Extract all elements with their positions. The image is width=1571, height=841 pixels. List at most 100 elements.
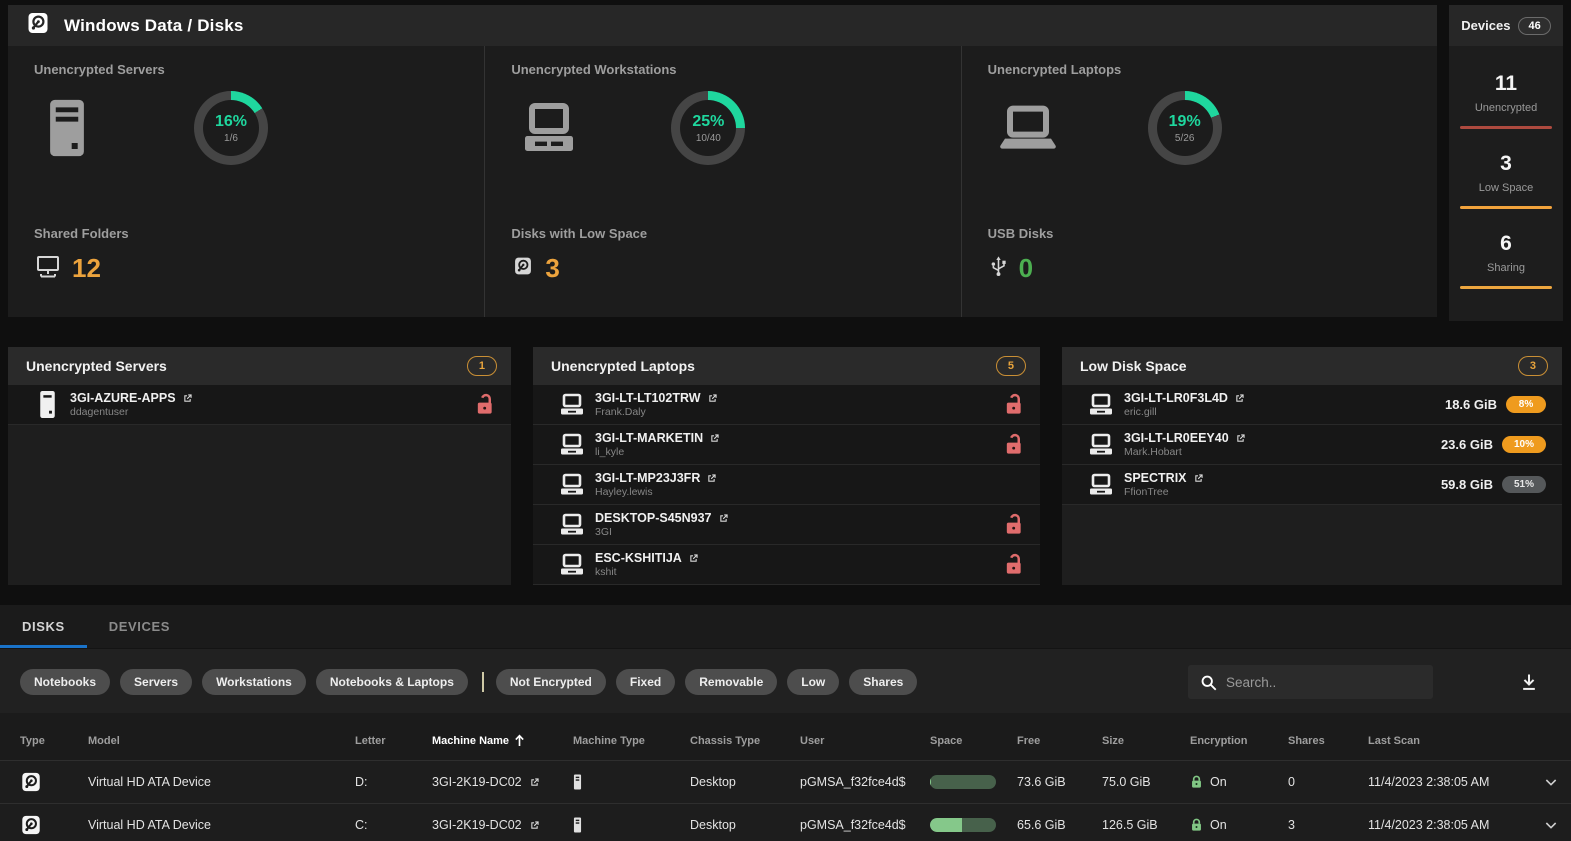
external-link-icon xyxy=(690,553,698,562)
low-space-list-item[interactable]: 3GI-LT-LR0F3L4D eric.gill 18.6 GiB 8% xyxy=(1062,385,1562,425)
tab-disks[interactable]: DISKS xyxy=(0,605,87,648)
disk-table-row[interactable]: Virtual HD ATA Device D: 3GI-2K19-DC02 D… xyxy=(0,760,1571,803)
filter-chip-not-encrypted[interactable]: Not Encrypted xyxy=(495,669,606,695)
free-percent-badge: 8% xyxy=(1506,396,1546,413)
machine-name-link[interactable]: 3GI-LT-MARKETIN xyxy=(595,431,720,445)
devices-stat-low-space[interactable]: 3 Low Space xyxy=(1449,152,1563,209)
usb-disks-count: 0 xyxy=(1018,253,1034,283)
cell-encryption: On xyxy=(1210,775,1227,789)
donut-unencrypted-servers: 16% 1/6 xyxy=(194,91,268,165)
search-box[interactable] xyxy=(1188,665,1433,699)
filter-chip-servers[interactable]: Servers xyxy=(120,669,193,695)
col-header-size[interactable]: Size xyxy=(1082,735,1170,747)
machine-name-link[interactable]: 3GI-AZURE-APPS xyxy=(70,391,193,405)
external-link-icon xyxy=(1236,393,1244,402)
donut-unencrypted-workstations: 25% 10/40 xyxy=(671,91,746,165)
cell-user: pGMSA_f32fce4d$ xyxy=(800,818,906,832)
filter-chip-fixed[interactable]: Fixed xyxy=(615,669,676,695)
devices-stat-unencrypted[interactable]: 11 Unencrypted xyxy=(1449,72,1563,129)
cell-letter: C: xyxy=(355,818,368,832)
filter-chip-shares[interactable]: Shares xyxy=(849,669,918,695)
tower-machine-icon xyxy=(573,774,582,790)
col-header-machine-name[interactable]: Machine Name xyxy=(412,734,553,747)
hard-disk-icon xyxy=(22,815,40,835)
cell-size: 126.5 GiB xyxy=(1102,818,1158,832)
filter-chip-notebooks[interactable]: Notebooks xyxy=(20,669,111,695)
stat-label-usb-disks: USB Disks xyxy=(987,226,1054,241)
col-header-encryption[interactable]: Encryption xyxy=(1170,735,1268,747)
cell-machine-name-link[interactable]: 3GI-2K19-DC02 xyxy=(412,818,553,832)
laptop-list-item[interactable]: 3GI-LT-MARKETIN li_kyle xyxy=(533,425,1040,465)
col-header-model[interactable]: Model xyxy=(68,735,335,747)
top-row: Windows Data / Disks Unencrypted Servers… xyxy=(0,0,1571,321)
laptop-list-item[interactable]: ESC-KSHITIJA kshit xyxy=(533,545,1040,585)
laptop-list-item[interactable]: 3GI-LT-LT102TRW Frank.Daly xyxy=(533,385,1040,425)
machine-name-link[interactable]: SPECTRIX xyxy=(1124,471,1204,485)
donut-unencrypted-laptops: 19% 5/26 xyxy=(1147,91,1222,165)
machine-name-link[interactable]: ESC-KSHITIJA xyxy=(595,551,699,565)
donut-fraction: 5/26 xyxy=(1174,132,1195,144)
machine-name-link[interactable]: 3GI-LT-LR0EEY40 xyxy=(1124,431,1246,445)
unlocked-icon xyxy=(1006,433,1021,454)
laptop-icon xyxy=(533,433,595,457)
machine-name-link[interactable]: 3GI-LT-LR0F3L4D xyxy=(1124,391,1245,405)
search-input[interactable] xyxy=(1226,674,1406,690)
machine-name-link[interactable]: DESKTOP-S45N937 xyxy=(595,511,729,525)
filter-chip-removable[interactable]: Removable xyxy=(685,669,778,695)
devices-count-badge: 46 xyxy=(1518,16,1551,35)
machine-name-link[interactable]: 3GI-LT-LT102TRW xyxy=(595,391,718,405)
free-space-value: 18.6 GiB xyxy=(1444,397,1497,412)
laptop-icon xyxy=(1062,433,1124,457)
row-expand-button[interactable] xyxy=(1523,817,1571,833)
donut-percent: 16% xyxy=(214,112,248,130)
page-title: Windows Data / Disks xyxy=(64,15,244,35)
cell-encryption: On xyxy=(1210,818,1227,832)
summary-body: Unencrypted Servers 16% 1/6 Shared Folde… xyxy=(8,46,1437,317)
external-link-icon xyxy=(719,513,728,522)
filter-chip-low[interactable]: Low xyxy=(787,669,840,695)
stat-value: 11 xyxy=(1494,72,1518,95)
external-link-icon xyxy=(530,777,539,786)
donut-fraction: 1/6 xyxy=(224,132,238,144)
low-space-list-item[interactable]: SPECTRIX FfionTree 59.8 GiB 51% xyxy=(1062,465,1562,505)
devices-panel: Devices 46 11 Unencrypted 3 Low Space 6 … xyxy=(1449,5,1563,321)
laptop-list-item[interactable]: 3GI-LT-MP23J3FR Hayley.lewis xyxy=(533,465,1040,505)
stat-label-unencrypted-laptops: Unencrypted Laptops xyxy=(987,62,1122,77)
server-list-item[interactable]: 3GI-AZURE-APPS ddagentuser xyxy=(8,385,511,425)
low-space-list-item[interactable]: 3GI-LT-LR0EEY40 Mark.Hobart 23.6 GiB 10% xyxy=(1062,425,1562,465)
col-header-letter[interactable]: Letter xyxy=(335,735,412,747)
cell-last-scan: 11/4/2023 2:38:05 AM xyxy=(1368,775,1490,789)
tab-devices[interactable]: DEVICES xyxy=(87,605,192,648)
hard-disk-icon xyxy=(26,11,50,40)
col-header-space[interactable]: Space xyxy=(910,735,997,747)
filter-chip-workstations[interactable]: Workstations xyxy=(202,669,306,695)
filter-chip-notebooks-laptops[interactable]: Notebooks & Laptops xyxy=(315,669,468,695)
cell-shares: 3 xyxy=(1288,818,1295,832)
stat-underline xyxy=(1460,126,1552,129)
donut-percent: 19% xyxy=(1168,112,1201,130)
disks-summary-card: Windows Data / Disks Unencrypted Servers… xyxy=(8,5,1437,317)
external-link-icon xyxy=(183,393,192,402)
col-header-last-scan[interactable]: Last Scan xyxy=(1348,735,1523,747)
cell-model: Virtual HD ATA Device xyxy=(88,818,211,832)
col-header-free[interactable]: Free xyxy=(997,735,1082,747)
col-header-type[interactable]: Type xyxy=(0,735,68,747)
stat-label: Unencrypted xyxy=(1474,102,1538,114)
disk-table-row[interactable]: Virtual HD ATA Device C: 3GI-2K19-DC02 D… xyxy=(0,803,1571,841)
stat-label-unencrypted-workstations: Unencrypted Workstations xyxy=(511,62,677,77)
panel-count-badge: 3 xyxy=(1517,356,1548,376)
table-header-row: Type Model Letter Machine Name Machine T… xyxy=(0,721,1571,760)
cell-machine-name-link[interactable]: 3GI-2K19-DC02 xyxy=(412,775,553,789)
col-header-chassis-type[interactable]: Chassis Type xyxy=(670,735,780,747)
stat-col-servers: Unencrypted Servers 16% 1/6 Shared Folde… xyxy=(8,46,484,317)
col-header-user[interactable]: User xyxy=(780,735,910,747)
col-header-shares[interactable]: Shares xyxy=(1268,735,1348,747)
machine-user: li_kyle xyxy=(595,446,625,458)
devices-stat-sharing[interactable]: 6 Sharing xyxy=(1449,232,1563,289)
col-header-machine-type[interactable]: Machine Type xyxy=(553,735,670,747)
download-button[interactable] xyxy=(1519,672,1539,692)
row-expand-button[interactable] xyxy=(1523,774,1571,790)
laptop-list-item[interactable]: DESKTOP-S45N937 3GI xyxy=(533,505,1040,545)
machine-name-link[interactable]: 3GI-LT-MP23J3FR xyxy=(595,471,717,485)
cell-model: Virtual HD ATA Device xyxy=(88,775,211,789)
